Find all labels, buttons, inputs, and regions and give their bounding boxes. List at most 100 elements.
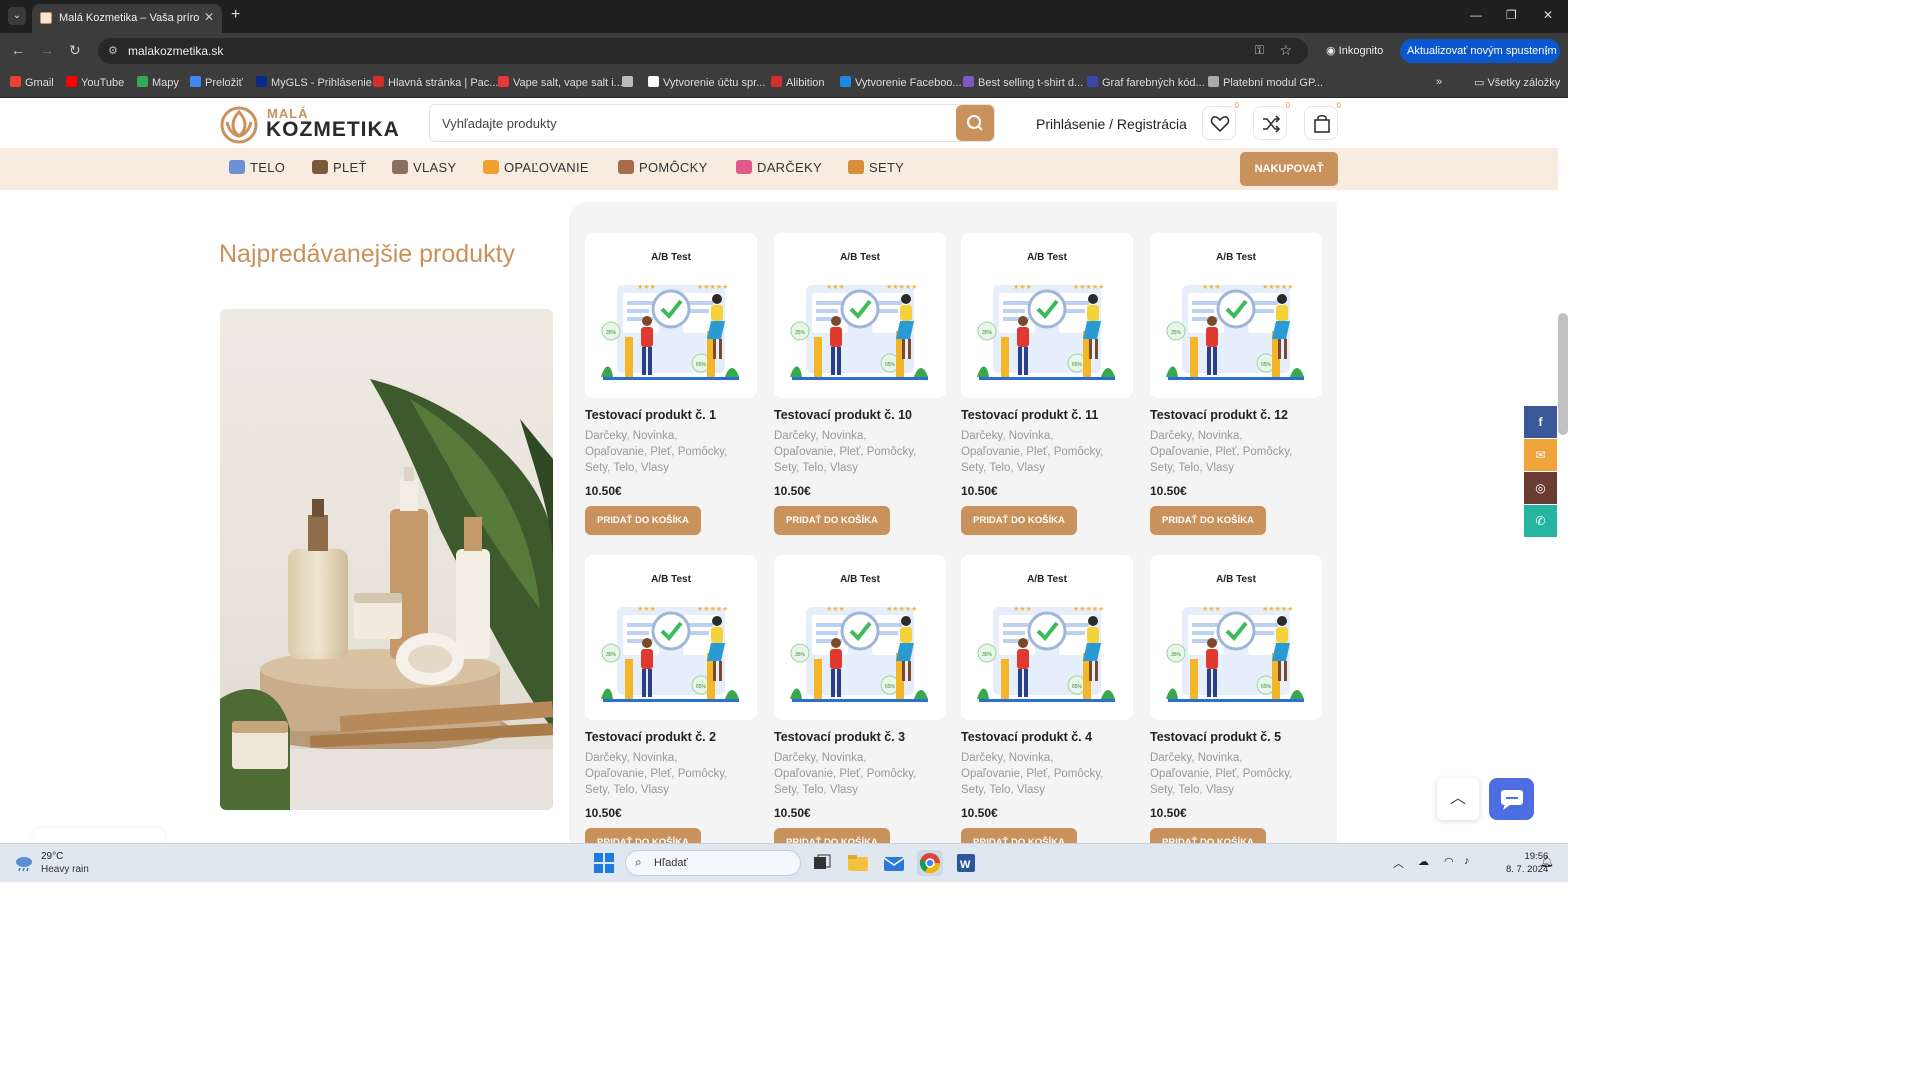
product-image[interactable]: A/B Test ★★★ ★★★★★ 35% 65% <box>1150 555 1322 720</box>
tab-search-button[interactable]: ⌄ <box>8 7 26 25</box>
product-categories[interactable]: Darčeky, Novinka, Opaľovanie, Pleť, Pomôc… <box>1150 428 1322 476</box>
product-categories-line[interactable]: Sety, Telo, Vlasy <box>961 460 1133 476</box>
social-share-button[interactable]: ✆ <box>1524 505 1557 537</box>
category-item-pomôcky[interactable]: POMÔCKY <box>618 160 708 175</box>
add-to-cart-button[interactable]: PRIDAŤ DO KOŠÍKA <box>585 506 701 535</box>
site-logo[interactable]: MALÁ KOZMETIKA <box>219 104 399 144</box>
add-to-cart-button[interactable]: PRIDAŤ DO KOŠÍKA <box>774 506 890 535</box>
bookmark-item[interactable]: Vytvorenie účtu spr... <box>648 76 765 89</box>
product-categories-line[interactable]: Darčeky, Novinka, <box>585 750 757 766</box>
bookmark-item[interactable]: Best selling t-shirt d... <box>963 76 1083 89</box>
product-image[interactable]: A/B Test ★★★ ★★★★★ 35% 65% <box>774 233 946 398</box>
category-item-opaľovanie[interactable]: OPAĽOVANIE <box>483 160 589 175</box>
product-card[interactable]: A/B Test ★★★ ★★★★★ 35% 65% Testovací produkt … <box>585 555 757 843</box>
product-categories-line[interactable]: Opaľovanie, Pleť, Pomôcky, <box>774 766 946 782</box>
product-categories-line[interactable]: Sety, Telo, Vlasy <box>1150 460 1322 476</box>
search-input[interactable] <box>442 113 942 133</box>
bookmarks-overflow-icon[interactable]: » <box>1436 76 1442 88</box>
category-item-pleť[interactable]: PLEŤ <box>312 160 367 175</box>
product-categories-line[interactable]: Darčeky, Novinka, <box>961 750 1133 766</box>
bookmark-star-icon[interactable]: ☆ <box>1279 42 1292 59</box>
product-image[interactable]: A/B Test ★★★ ★★★★★ 35% 65% <box>1150 233 1322 398</box>
chat-button[interactable] <box>1489 778 1534 820</box>
product-categories-line[interactable]: Sety, Telo, Vlasy <box>585 460 757 476</box>
bookmark-item[interactable]: YouTube <box>66 76 124 89</box>
category-item-darčeky[interactable]: DARČEKY <box>736 160 822 175</box>
cart-button[interactable]: 0 <box>1304 101 1341 140</box>
bookmark-item[interactable]: Preložiť <box>190 76 243 89</box>
tab-close-icon[interactable]: ✕ <box>204 10 214 24</box>
product-categories[interactable]: Darčeky, Novinka, Opaľovanie, Pleť, Pomôc… <box>774 750 946 798</box>
product-name[interactable]: Testovací produkt č. 1 <box>585 408 757 422</box>
site-info-icon[interactable]: ⚙ <box>108 44 118 57</box>
product-categories-line[interactable]: Opaľovanie, Pleť, Pomôcky, <box>1150 766 1322 782</box>
product-categories-line[interactable]: Sety, Telo, Vlasy <box>1150 782 1322 798</box>
incognito-indicator[interactable]: ◉ Inkognito <box>1318 39 1391 63</box>
category-item-telo[interactable]: TELO <box>229 160 285 175</box>
product-categories[interactable]: Darčeky, Novinka, Opaľovanie, Pleť, Pomôc… <box>1150 750 1322 798</box>
product-card[interactable]: A/B Test ★★★ ★★★★★ 35% 65% Testovací produkt … <box>961 233 1133 535</box>
restore-button[interactable]: ❐ <box>1506 8 1517 22</box>
volume-icon[interactable]: ♪ <box>1464 855 1470 867</box>
product-name[interactable]: Testovací produkt č. 11 <box>961 408 1133 422</box>
product-card[interactable]: A/B Test ★★★ ★★★★★ 35% 65% Testovací produkt … <box>585 233 757 535</box>
word-app-button[interactable]: W <box>953 850 979 876</box>
tray-overflow-icon[interactable]: ︿ <box>1393 855 1404 871</box>
browser-tab-active[interactable]: Malá Kozmetika – Vaša prírodn ✕ <box>32 4 222 33</box>
product-card[interactable]: A/B Test ★★★ ★★★★★ 35% 65% Testovací produkt … <box>774 555 946 843</box>
product-categories-line[interactable]: Sety, Telo, Vlasy <box>774 460 946 476</box>
scroll-to-top-button[interactable]: ︿ <box>1437 778 1479 820</box>
product-name[interactable]: Testovací produkt č. 10 <box>774 408 946 422</box>
add-to-cart-button[interactable]: PRIDAŤ DO KOŠÍKA <box>1150 506 1266 535</box>
reload-button[interactable]: ↻ <box>69 42 81 59</box>
product-categories-line[interactable]: Darčeky, Novinka, <box>774 428 946 444</box>
product-image[interactable]: A/B Test ★★★ ★★★★★ 35% 65% <box>961 555 1133 720</box>
login-register-link[interactable]: Prihlásenie / Registrácia <box>1036 116 1187 132</box>
product-categories[interactable]: Darčeky, Novinka, Opaľovanie, Pleť, Pomôc… <box>774 428 946 476</box>
product-categories-line[interactable]: Darčeky, Novinka, <box>961 428 1133 444</box>
product-categories-line[interactable]: Sety, Telo, Vlasy <box>774 782 946 798</box>
task-view-button[interactable] <box>809 850 835 876</box>
all-bookmarks-folder[interactable]: ▭ Všetky záložky <box>1474 76 1560 89</box>
back-button[interactable]: ← <box>11 42 25 58</box>
wifi-icon[interactable]: ◠ <box>1444 855 1454 868</box>
product-categories-line[interactable]: Darčeky, Novinka, <box>585 428 757 444</box>
mail-app-button[interactable] <box>881 850 907 876</box>
product-categories-line[interactable]: Darčeky, Novinka, <box>1150 428 1322 444</box>
product-categories-line[interactable]: Sety, Telo, Vlasy <box>961 782 1133 798</box>
add-to-cart-button[interactable]: PRIDAŤ DO KOŠÍKA <box>585 828 701 843</box>
bookmark-item[interactable]: Hlavná stránka | Pac... <box>373 76 498 89</box>
add-to-cart-button[interactable]: PRIDAŤ DO KOŠÍKA <box>774 828 890 843</box>
product-categories[interactable]: Darčeky, Novinka, Opaľovanie, Pleť, Pomôc… <box>585 428 757 476</box>
product-image[interactable]: A/B Test ★★★ ★★★★★ 35% 65% <box>774 555 946 720</box>
product-categories-line[interactable]: Darčeky, Novinka, <box>774 750 946 766</box>
category-item-sety[interactable]: SETY <box>848 160 904 175</box>
social-share-button[interactable]: ◎ <box>1524 472 1557 504</box>
bookmark-item[interactable]: Alibition <box>771 76 825 89</box>
bookmark-item[interactable]: Graf farebných kód... <box>1087 76 1205 89</box>
add-to-cart-button[interactable]: PRIDAŤ DO KOŠÍKA <box>961 828 1077 843</box>
product-name[interactable]: Testovací produkt č. 12 <box>1150 408 1322 422</box>
bookmark-item[interactable]: Gmail <box>10 76 54 89</box>
bookmark-item[interactable]: MyGLS - Prihlásenie <box>256 76 372 89</box>
file-explorer-button[interactable] <box>845 850 871 876</box>
wishlist-button[interactable]: 0 <box>1202 101 1239 140</box>
new-tab-button[interactable]: + <box>231 6 240 24</box>
product-image[interactable]: A/B Test ★★★ ★★★★★ 35% 65% <box>585 555 757 720</box>
product-categories-line[interactable]: Opaľovanie, Pleť, Pomôcky, <box>585 766 757 782</box>
page-scrollbar[interactable] <box>1558 313 1568 435</box>
product-name[interactable]: Testovací produkt č. 5 <box>1150 730 1322 744</box>
bookmark-item[interactable] <box>622 76 637 89</box>
bookmark-item[interactable]: Vape salt, vape salt i... <box>498 76 623 89</box>
bookmark-item[interactable]: Platební modul GP... <box>1208 76 1323 89</box>
product-categories[interactable]: Darčeky, Novinka, Opaľovanie, Pleť, Pomôc… <box>585 750 757 798</box>
product-image[interactable]: A/B Test ★★★ ★★★★★ 35% 65% <box>585 233 757 398</box>
product-name[interactable]: Testovací produkt č. 3 <box>774 730 946 744</box>
product-card[interactable]: A/B Test ★★★ ★★★★★ 35% 65% Testovací produkt … <box>961 555 1133 843</box>
close-window-button[interactable]: ✕ <box>1543 8 1553 22</box>
cookie-widget[interactable] <box>33 828 165 843</box>
compare-button[interactable]: 0 <box>1253 101 1290 140</box>
product-categories[interactable]: Darčeky, Novinka, Opaľovanie, Pleť, Pomôc… <box>961 750 1133 798</box>
address-bar[interactable]: ⚙ malakozmetika.sk ⚿ ☆ <box>98 38 1308 64</box>
product-card[interactable]: A/B Test ★★★ ★★★★★ 35% 65% Testovací produkt … <box>1150 555 1322 843</box>
